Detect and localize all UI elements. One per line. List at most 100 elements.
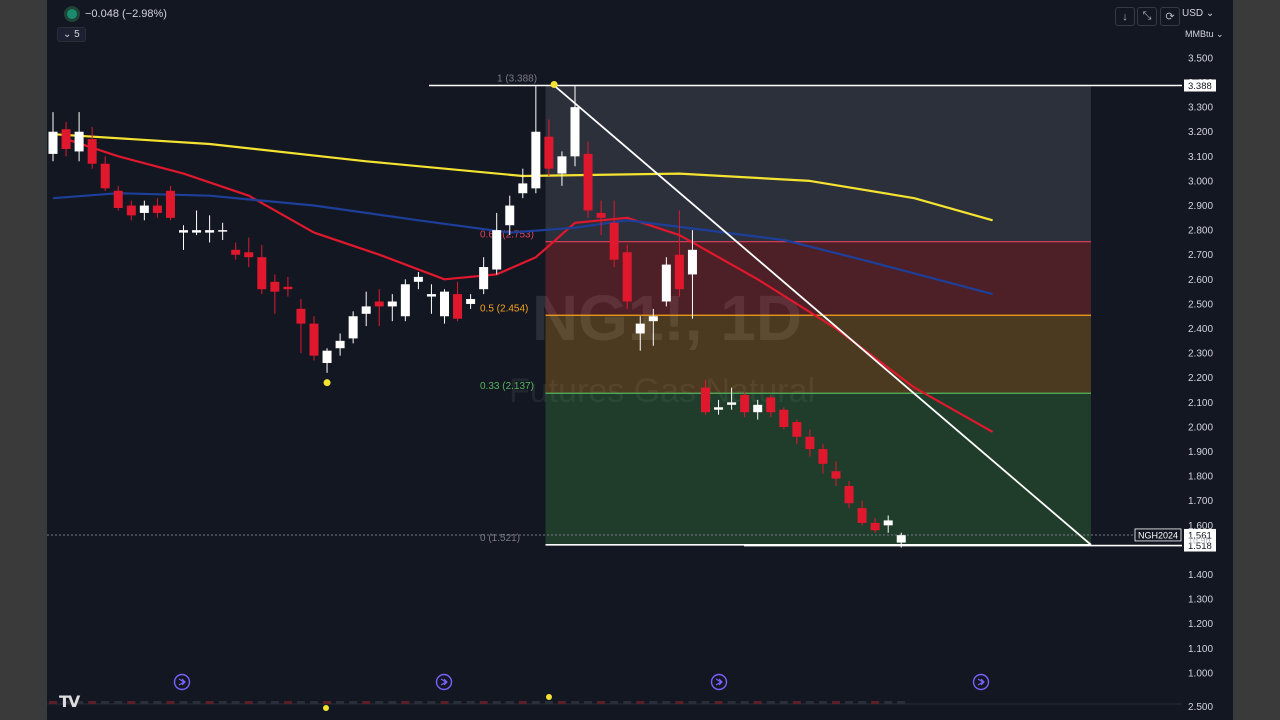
candle-body [74, 131, 84, 152]
price-badge-label: 3.388 [1188, 81, 1212, 92]
volume-bar [127, 701, 136, 704]
volume-bar [505, 701, 514, 704]
price-tick-label: 3.100 [1188, 152, 1213, 163]
candle-body [126, 205, 136, 216]
volume-bar [231, 701, 240, 704]
volume-bar [531, 701, 540, 704]
candle [113, 185, 123, 211]
unit-chevron-icon: ⌄ [1216, 29, 1224, 39]
candle-body [531, 131, 541, 189]
candle-body [179, 230, 188, 233]
candle-body [400, 284, 410, 317]
candle [270, 274, 280, 314]
volume-bar [818, 701, 827, 704]
candle-body [152, 205, 162, 213]
volume-bar [675, 701, 684, 704]
volume-bar [753, 701, 762, 704]
candle [283, 276, 293, 297]
candle [466, 294, 476, 309]
candle-body [674, 254, 684, 290]
volume-bar [779, 701, 788, 704]
price-tick-label: 2.700 [1188, 250, 1213, 261]
volume-bar [623, 701, 632, 704]
candle-body [583, 153, 593, 211]
candle-body [296, 308, 306, 324]
volume-low-marker [323, 705, 329, 711]
candle-body [322, 350, 332, 363]
volume-bar [388, 701, 397, 704]
price-tick-label: 1.000 [1188, 668, 1213, 679]
volume-bar [727, 701, 736, 704]
volume-bar [740, 701, 749, 704]
event-marker-ring [972, 673, 990, 691]
candle-body [205, 230, 215, 233]
volume-high-marker [546, 694, 552, 700]
volume-bar [244, 701, 253, 704]
candle-body [335, 340, 345, 349]
down-arrow-button[interactable]: ↓ [1115, 7, 1135, 26]
volume-bar [205, 701, 214, 704]
price-tick-label: 2.500 [1188, 299, 1213, 310]
candle [100, 156, 110, 191]
candle-body [374, 301, 384, 307]
event-marker-icon [178, 678, 186, 686]
candle [531, 85, 541, 194]
price-tick-label: 1.200 [1188, 619, 1213, 630]
interval-selector[interactable]: ⌄ 5 [57, 27, 86, 42]
candle-body [165, 190, 175, 218]
tradingview-logo: TV [59, 692, 80, 711]
volume-bar [218, 701, 227, 704]
volume-bar [192, 701, 201, 704]
volume-bar [544, 701, 553, 704]
candle-body [844, 485, 854, 504]
currency-selector[interactable]: USD ⌄ [1182, 8, 1214, 19]
volume-bar [832, 701, 840, 704]
volume-bar [584, 701, 593, 704]
candle-body [857, 508, 867, 523]
price-chart[interactable]: NG1!, 1DFutures Gas Natural1 (3.388)0.66… [47, 0, 1233, 720]
event-marker-ring [710, 673, 728, 691]
volume-bar [649, 701, 658, 704]
candle [257, 244, 267, 295]
candle-body [413, 276, 423, 282]
refresh-button[interactable]: ⟳ [1160, 7, 1180, 26]
candle [205, 215, 215, 243]
candle [361, 291, 371, 327]
volume-bar [310, 701, 318, 704]
candle-body [139, 205, 149, 213]
candle-body [387, 301, 397, 307]
candle [348, 311, 358, 344]
price-tick-label: 2.600 [1188, 275, 1213, 286]
candle [492, 212, 502, 275]
candle-body [218, 230, 228, 232]
candle [48, 112, 58, 162]
candle [74, 112, 84, 162]
collapse-button[interactable]: ⤡ [1137, 7, 1157, 26]
volume-bar [479, 701, 488, 704]
event-marker-icon [715, 678, 723, 686]
fib-level-label: 0 (1.521) [480, 533, 520, 544]
contract-label: NGH2024 [1138, 530, 1178, 540]
volume-bar [349, 701, 358, 704]
candle-body [361, 306, 371, 314]
candle-body [831, 471, 841, 479]
candle-body [244, 252, 254, 258]
currency-label: USD [1182, 8, 1204, 19]
candle-body [753, 404, 763, 413]
price-tick-label: 1.700 [1188, 496, 1213, 507]
volume-bar [636, 701, 645, 704]
volume-bar [805, 701, 814, 704]
unit-selector[interactable]: MMBtu ⌄ [1185, 29, 1224, 40]
candle-body [648, 316, 658, 322]
unit-label: MMBtu [1185, 29, 1214, 39]
volume-bar [114, 701, 123, 704]
volume-bar [179, 701, 188, 704]
volume-bar [858, 701, 867, 704]
price-tick-label: 3.500 [1188, 53, 1213, 64]
candle-body [740, 394, 750, 413]
candle-body [779, 409, 789, 427]
chevron-down-icon: ⌄ [63, 29, 75, 40]
candle-body [622, 252, 632, 302]
candle-body [818, 449, 828, 464]
fib-level-label: 0.33 (2.137) [480, 381, 534, 392]
